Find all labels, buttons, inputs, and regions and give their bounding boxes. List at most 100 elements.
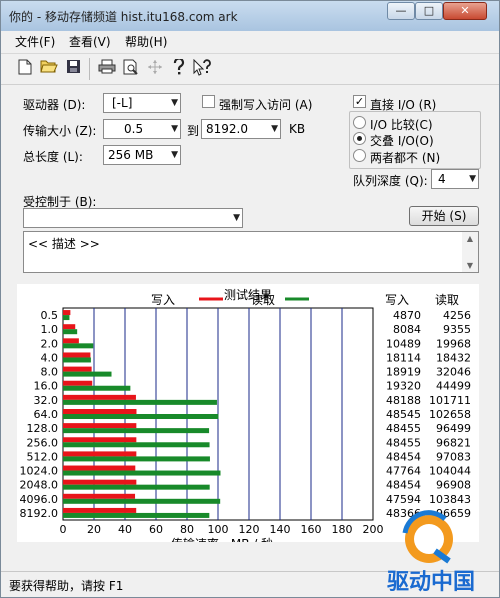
read-bar: [63, 343, 94, 349]
read-bar: [63, 385, 131, 391]
write-value: 48455: [386, 436, 421, 449]
read-bar: [63, 357, 91, 363]
write-value: 19320: [386, 380, 421, 393]
description-scrollbar[interactable]: ▲ ▼: [462, 232, 478, 272]
read-bar: [63, 456, 210, 462]
context-help-icon[interactable]: [193, 58, 213, 79]
transfer-from-value: 0.5: [124, 122, 144, 136]
write-bar: [63, 465, 136, 471]
transfer-to-select[interactable]: 8192.0 ▼: [201, 119, 281, 139]
scroll-up-icon[interactable]: ▲: [462, 234, 478, 243]
svg-text:驱动中国: 驱动中国: [387, 570, 475, 595]
title-bar: 你的 - 移动存储频道 hist.itu168.com ark — □ ✕: [1, 1, 499, 31]
read-value: 97083: [436, 450, 471, 463]
read-value: 96499: [436, 422, 471, 435]
transfer-from-select[interactable]: 0.5 ▼: [103, 119, 181, 139]
to-label: 到: [187, 124, 200, 138]
save-icon[interactable]: [63, 59, 83, 79]
y-tick-label: 64.0: [34, 408, 59, 421]
total-length-select[interactable]: 256 MB ▼: [103, 145, 181, 165]
maximize-button[interactable]: □: [415, 2, 443, 20]
x-tick-label: 0: [60, 523, 67, 536]
scroll-down-icon[interactable]: ▼: [462, 261, 478, 270]
overlapped-io-radio[interactable]: [353, 132, 366, 145]
x-axis-label: 传输速率 - MB / 秒: [171, 536, 273, 542]
radio-selected-dot: [357, 136, 362, 141]
write-value: 47764: [386, 465, 421, 478]
total-length-value: 256 MB: [108, 148, 154, 162]
chevron-down-icon: ▼: [171, 98, 178, 108]
read-value: 96908: [436, 479, 471, 492]
y-tick-label: 2048.0: [20, 479, 59, 492]
neither-radio[interactable]: [353, 149, 366, 162]
x-tick-label: 40: [118, 523, 132, 536]
write-bar: [63, 409, 137, 414]
write-value: 48455: [386, 422, 421, 435]
legend-write-label: 写入: [151, 293, 175, 307]
checkmark-icon: ✓: [354, 95, 365, 108]
x-tick-label: 120: [239, 523, 260, 536]
queue-depth-select[interactable]: 4 ▼: [431, 169, 479, 189]
help-icon[interactable]: [169, 57, 189, 79]
write-bar: [63, 479, 137, 485]
write-bar: [63, 394, 136, 400]
queue-depth-label: 队列深度 (Q):: [353, 174, 428, 188]
chevron-down-icon: ▼: [171, 124, 178, 134]
menu-view[interactable]: 查看(V): [69, 33, 111, 50]
toolbar: [1, 53, 499, 85]
direct-io-checkbox[interactable]: ✓: [353, 95, 366, 108]
neither-label: 两者都不 (N): [370, 151, 441, 165]
read-value: 44499: [436, 380, 471, 393]
read-value: 32046: [436, 366, 471, 379]
chevron-down-icon: ▼: [271, 124, 278, 134]
controlled-by-select[interactable]: ▼: [23, 208, 243, 228]
write-value: 8084: [393, 323, 421, 336]
write-value: 48545: [386, 408, 421, 421]
y-tick-label: 16.0: [34, 380, 59, 393]
menu-help[interactable]: 帮助(H): [125, 33, 167, 50]
start-button[interactable]: 开始 (S): [409, 206, 479, 226]
y-tick-label: 1.0: [41, 323, 59, 336]
io-compare-radio[interactable]: [353, 116, 366, 129]
y-tick-label: 1024.0: [20, 465, 59, 478]
total-length-label: 总长度 (L):: [23, 150, 83, 164]
write-value: 10489: [386, 337, 421, 350]
window-title: 你的 - 移动存储频道 hist.itu168.com ark: [9, 10, 238, 24]
read-column-header: 读取: [435, 293, 459, 307]
minimize-button[interactable]: —: [387, 2, 415, 20]
read-bar: [63, 498, 221, 504]
transfer-to-value: 8192.0: [206, 122, 248, 136]
read-bar: [63, 414, 219, 419]
queue-depth-value: 4: [438, 172, 446, 186]
read-bar: [63, 442, 210, 448]
force-write-checkbox[interactable]: [202, 95, 215, 108]
read-bar: [63, 329, 78, 335]
y-tick-label: 2.0: [41, 337, 59, 350]
read-value: 96821: [436, 436, 471, 449]
write-value: 48454: [386, 479, 421, 492]
read-bar: [63, 512, 210, 518]
app-window: 你的 - 移动存储频道 hist.itu168.com ark — □ ✕ 文件…: [0, 0, 500, 598]
drive-select[interactable]: [-L] ▼: [103, 93, 181, 113]
toolbar-separator: [89, 58, 90, 80]
x-tick-label: 160: [301, 523, 322, 536]
x-tick-label: 60: [149, 523, 163, 536]
menu-bar: 文件(F) 查看(V) 帮助(H): [1, 31, 499, 51]
close-button[interactable]: ✕: [443, 2, 487, 20]
description-box[interactable]: << 描述 >> ▲ ▼: [23, 231, 479, 273]
x-tick-label: 80: [180, 523, 194, 536]
print-preview-icon[interactable]: [121, 59, 141, 79]
menu-file[interactable]: 文件(F): [15, 33, 55, 50]
write-bar: [63, 437, 137, 443]
print-icon[interactable]: [97, 59, 117, 79]
write-bar: [63, 380, 93, 386]
legend-read-label: 读取: [251, 293, 275, 307]
open-icon[interactable]: [39, 59, 59, 79]
y-tick-label: 256.0: [27, 436, 59, 449]
kb-unit-label: KB: [289, 122, 306, 136]
write-bar: [63, 507, 137, 513]
chevron-down-icon: ▼: [469, 174, 476, 184]
x-tick-label: 20: [87, 523, 101, 536]
new-icon[interactable]: [15, 59, 35, 79]
write-value: 18114: [386, 351, 421, 364]
